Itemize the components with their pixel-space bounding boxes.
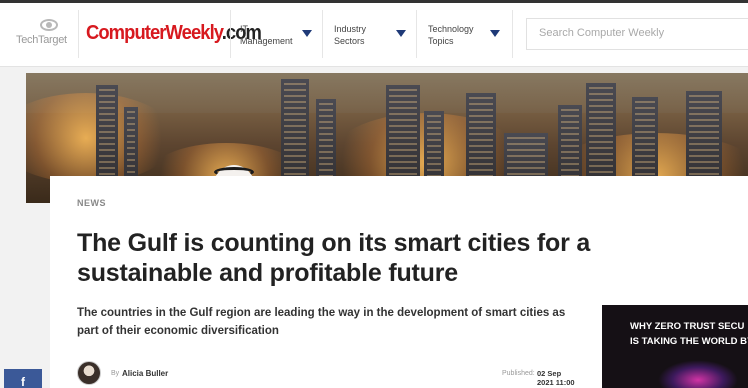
header-divider [230,10,231,58]
computerweekly-logo-main: ComputerWeekly [86,22,223,44]
nav-label-line2: Topics [428,36,454,46]
techtarget-eye-icon [40,19,58,31]
techtarget-logo[interactable]: TechTarget [16,19,80,49]
facebook-icon: f [21,375,25,388]
search-input[interactable] [539,27,739,39]
nav-industry-sectors[interactable]: Industry Sectors [334,23,406,49]
search-box[interactable] [526,18,748,50]
nav-label-line1: Industry [334,24,367,34]
published-date: 02 Sep 2021 11:00 [537,369,575,387]
ad-headline-line2: IS TAKING THE WORLD BY [630,336,748,347]
header-divider [78,10,79,58]
nav-label-line2: Sectors [334,36,365,46]
article-summary: The countries in the Gulf region are lea… [77,307,566,337]
nav-label-line2: Management [240,36,293,46]
chevron-down-icon [396,30,406,37]
chevron-down-icon [490,30,500,37]
article-kicker[interactable]: NEWS [77,198,106,208]
site-header: TechTarget ComputerWeekly.com IT Managem… [0,0,748,67]
author-row: By Alicia Buller Published: 02 Sep 2021 … [77,361,577,387]
nav-technology-topics[interactable]: Technology Topics [428,23,500,49]
header-divider [416,10,417,58]
header-divider [322,10,323,58]
chevron-down-icon [302,30,312,37]
ad-graphic [658,360,738,388]
author-avatar[interactable] [77,361,101,385]
header-divider [512,10,513,58]
nav-label-line1: IT [240,24,248,34]
nav-label-line1: Technology [428,24,474,34]
author-name-link[interactable]: Alicia Buller [122,369,168,378]
published-label: Published: [502,370,535,377]
advertisement[interactable]: WHY ZERO TRUST SECU IS TAKING THE WORLD … [602,305,748,388]
article-title: The Gulf is counting on its smart cities… [77,229,591,287]
page: TechTarget ComputerWeekly.com IT Managem… [0,0,748,388]
header-top-border [0,0,748,3]
facebook-share-button[interactable]: f [4,369,42,388]
nav-it-management[interactable]: IT Management [240,23,312,49]
by-label: By [111,370,120,377]
ad-headline-line1: WHY ZERO TRUST SECU [630,321,745,332]
computerweekly-logo[interactable]: ComputerWeekly.com [86,22,262,45]
techtarget-logo-text: TechTarget [16,34,67,46]
